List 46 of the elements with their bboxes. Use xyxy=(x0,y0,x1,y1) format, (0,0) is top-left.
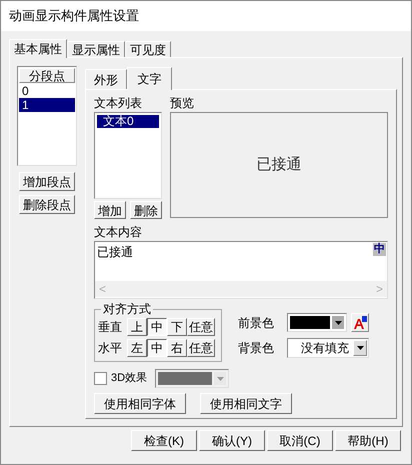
alignment-button[interactable]: 任意 xyxy=(187,339,215,357)
tab[interactable]: 可见度 xyxy=(125,41,171,57)
foreground-color-dropdown[interactable] xyxy=(287,313,347,332)
alignment-button[interactable]: 右 xyxy=(167,339,187,357)
background-color-label: 背景色 xyxy=(238,340,275,357)
foreground-color-label: 前景色 xyxy=(238,314,275,332)
dialog-button[interactable]: 确认(Y) xyxy=(199,430,265,451)
color-swatch xyxy=(158,372,212,385)
tab[interactable]: 文字 xyxy=(127,67,172,90)
checkbox-label: 3D效果 xyxy=(111,371,148,386)
font-color-button[interactable] xyxy=(351,313,369,332)
dropdown-value: 没有填充 xyxy=(300,340,350,357)
list-item[interactable]: 1 xyxy=(19,98,75,112)
alignment-button[interactable]: 任意 xyxy=(187,318,215,336)
background-color-dropdown[interactable]: 没有填充 xyxy=(287,338,369,358)
list-header[interactable]: 分段点 xyxy=(19,68,75,83)
list-item[interactable]: 文本0 xyxy=(97,115,159,128)
preview-text: 已接通 xyxy=(256,154,302,175)
alignment-button[interactable]: 中 xyxy=(147,318,167,336)
dialog-button[interactable]: 检查(K) xyxy=(131,430,197,451)
list-button[interactable]: 删除 xyxy=(130,201,162,219)
segment-button[interactable]: 删除段点 xyxy=(19,195,75,214)
dialog-button[interactable]: 取消(C) xyxy=(267,430,333,451)
alignment-legend: 对齐方式 xyxy=(101,302,153,316)
tab[interactable]: 基本属性 xyxy=(9,39,67,58)
list-item[interactable]: 0 xyxy=(19,84,75,98)
font-color-icon xyxy=(353,316,367,329)
alignment-label: 垂直 xyxy=(98,319,123,336)
alignment-button[interactable]: 中 xyxy=(147,339,167,357)
list-label: 文本列表 xyxy=(94,95,143,112)
action-button[interactable]: 使用相同字体 xyxy=(94,393,186,414)
text-content-value: 已接通 xyxy=(97,245,133,259)
list-button[interactable]: 增加 xyxy=(94,201,126,219)
tab[interactable]: 外形 xyxy=(85,69,127,89)
window-title: 动画显示构件属性设置 xyxy=(9,7,139,26)
alignment-button[interactable]: 左 xyxy=(127,339,147,357)
alignment-label: 水平 xyxy=(98,340,123,357)
ime-icon: 中 xyxy=(373,243,386,256)
text-content-label: 文本内容 xyxy=(94,224,143,241)
segment-button[interactable]: 增加段点 xyxy=(19,172,75,191)
alignment-button[interactable]: 下 xyxy=(167,318,187,336)
preview-label: 预览 xyxy=(170,95,195,112)
action-button[interactable]: 使用相同文字 xyxy=(200,393,292,414)
tab[interactable]: 显示属性 xyxy=(67,41,125,57)
dialog-button[interactable]: 帮助(H) xyxy=(335,430,401,451)
alignment-button[interactable]: 上 xyxy=(127,318,147,336)
